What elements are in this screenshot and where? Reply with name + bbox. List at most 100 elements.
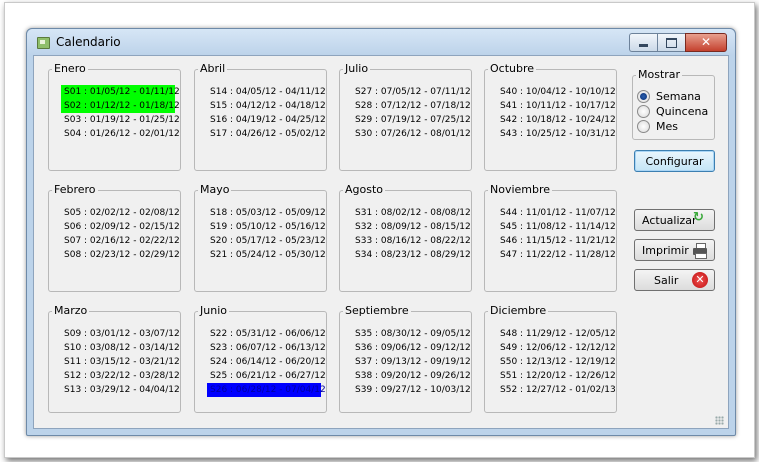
- week-item[interactable]: S46 : 11/15/12 - 11/21/12: [497, 234, 616, 248]
- refresh-icon: ↻: [693, 210, 704, 225]
- week-item[interactable]: S27 : 07/05/12 - 07/11/12: [352, 85, 471, 99]
- week-item[interactable]: S06 : 02/09/12 - 02/15/12: [61, 220, 180, 234]
- week-item[interactable]: S15 : 04/12/12 - 04/18/12: [207, 99, 326, 113]
- week-item[interactable]: S44 : 11/01/12 - 11/07/12: [497, 206, 616, 220]
- week-item[interactable]: S29 : 07/19/12 - 07/25/12: [352, 113, 471, 127]
- month-group-enero: Enero S01 : 01/05/12 - 01/11/12 S02 : 01…: [48, 62, 181, 171]
- month-group-febrero: Febrero S05 : 02/02/12 - 02/08/12 S06 : …: [48, 183, 181, 292]
- month-group-marzo: Marzo S09 : 03/01/12 - 03/07/12 S10 : 03…: [48, 304, 181, 413]
- app-icon: [37, 37, 50, 49]
- month-group-junio: Junio S22 : 05/31/12 - 06/06/12 S23 : 06…: [194, 304, 327, 413]
- month-group-julio: Julio S27 : 07/05/12 - 07/11/12 S28 : 07…: [339, 62, 472, 171]
- close-window-button[interactable]: ✕: [685, 33, 727, 52]
- week-item[interactable]: S02 : 01/12/12 - 01/18/12: [61, 99, 180, 113]
- radio-semana[interactable]: Semana: [637, 89, 701, 104]
- week-item[interactable]: S43 : 10/25/12 - 10/31/12: [497, 127, 616, 141]
- week-item[interactable]: S21 : 05/24/12 - 05/30/12: [207, 248, 326, 262]
- month-group-noviembre: Noviembre S44 : 11/01/12 - 11/07/12 S45 …: [484, 183, 617, 292]
- salir-label: Salir: [654, 273, 679, 287]
- actualizar-button[interactable]: Actualizar ↻: [634, 209, 715, 231]
- week-item[interactable]: S25 : 06/21/12 - 06/27/12: [207, 369, 326, 383]
- radio-label: Semana: [656, 90, 701, 103]
- maximize-button[interactable]: [657, 33, 685, 52]
- week-item[interactable]: S01 : 01/05/12 - 01/11/12: [61, 85, 180, 99]
- imprimir-button[interactable]: Imprimir: [634, 239, 715, 261]
- radio-icon[interactable]: [637, 105, 650, 118]
- month-label: Marzo: [52, 304, 90, 318]
- week-item[interactable]: S41 : 10/11/12 - 10/17/12: [497, 99, 616, 113]
- radio-selected-icon[interactable]: [637, 90, 650, 103]
- month-label: Febrero: [52, 183, 98, 197]
- week-item[interactable]: S49 : 12/06/12 - 12/12/12: [497, 341, 616, 355]
- week-item[interactable]: S50 : 12/13/12 - 12/19/12: [497, 355, 616, 369]
- week-item[interactable]: S38 : 09/20/12 - 09/26/12: [352, 369, 471, 383]
- month-group-abril: Abril S14 : 04/05/12 - 04/11/12 S15 : 04…: [194, 62, 327, 171]
- week-item[interactable]: S08 : 02/23/12 - 02/29/12: [61, 248, 180, 262]
- configurar-button[interactable]: Configurar: [634, 150, 715, 172]
- week-item[interactable]: S14 : 04/05/12 - 04/11/12: [207, 85, 326, 99]
- week-item[interactable]: S04 : 01/26/12 - 02/01/12: [61, 127, 180, 141]
- week-item[interactable]: S45 : 11/08/12 - 11/14/12: [497, 220, 616, 234]
- week-item[interactable]: S17 : 04/26/12 - 05/02/12: [207, 127, 326, 141]
- minimize-button[interactable]: [629, 33, 657, 52]
- week-item[interactable]: S24 : 06/14/12 - 06/20/12: [207, 355, 326, 369]
- week-item[interactable]: S20 : 05/17/12 - 05/23/12: [207, 234, 326, 248]
- week-item-selected[interactable]: S26 : 06/28/12 - 07/04/12: [207, 383, 326, 397]
- week-item[interactable]: S11 : 03/15/12 - 03/21/12: [61, 355, 180, 369]
- mostrar-label: Mostrar: [636, 68, 683, 82]
- month-group-octubre: Octubre S40 : 10/04/12 - 10/10/12 S41 : …: [484, 62, 617, 171]
- week-item[interactable]: S03 : 01/19/12 - 01/25/12: [61, 113, 180, 127]
- week-item[interactable]: S35 : 08/30/12 - 09/05/12: [352, 327, 471, 341]
- month-label: Noviembre: [488, 183, 553, 197]
- week-item[interactable]: S22 : 05/31/12 - 06/06/12: [207, 327, 326, 341]
- week-item[interactable]: S31 : 08/02/12 - 08/08/12: [352, 206, 471, 220]
- week-item[interactable]: S47 : 11/22/12 - 11/28/12: [497, 248, 616, 262]
- month-group-agosto: Agosto S31 : 08/02/12 - 08/08/12 S32 : 0…: [339, 183, 472, 292]
- configurar-label: Configurar: [645, 154, 704, 168]
- month-group-septiembre: Septiembre S35 : 08/30/12 - 09/05/12 S36…: [339, 304, 472, 413]
- week-item[interactable]: S12 : 03/22/12 - 03/28/12: [61, 369, 180, 383]
- week-item[interactable]: S10 : 03/08/12 - 03/14/12: [61, 341, 180, 355]
- radio-label: Quincena: [656, 105, 709, 118]
- week-item[interactable]: S23 : 06/07/12 - 06/13/12: [207, 341, 326, 355]
- title-bar[interactable]: Calendario ✕: [27, 29, 735, 55]
- month-label: Enero: [52, 62, 88, 76]
- client-area: Enero S01 : 01/05/12 - 01/11/12 S02 : 01…: [33, 55, 729, 429]
- week-item[interactable]: S18 : 05/03/12 - 05/09/12: [207, 206, 326, 220]
- week-item[interactable]: S33 : 08/16/12 - 08/22/12: [352, 234, 471, 248]
- week-item[interactable]: S42 : 10/18/12 - 10/24/12: [497, 113, 616, 127]
- week-item[interactable]: S16 : 04/19/12 - 04/25/12: [207, 113, 326, 127]
- window-title: Calendario: [56, 35, 121, 49]
- week-item[interactable]: S48 : 11/29/12 - 12/05/12: [497, 327, 616, 341]
- week-item[interactable]: S07 : 02/16/12 - 02/22/12: [61, 234, 180, 248]
- week-item[interactable]: S37 : 09/13/12 - 09/19/12: [352, 355, 471, 369]
- week-item[interactable]: S30 : 07/26/12 - 08/01/12: [352, 127, 471, 141]
- salir-button[interactable]: Salir ✕: [634, 269, 715, 291]
- week-item[interactable]: S13 : 03/29/12 - 04/04/12: [61, 383, 180, 397]
- week-item[interactable]: S36 : 09/06/12 - 09/12/12: [352, 341, 471, 355]
- mostrar-group: Mostrar Semana Quincena Mes: [632, 68, 715, 140]
- week-item[interactable]: S34 : 08/23/12 - 08/29/12: [352, 248, 471, 262]
- calendar-window: Calendario ✕ Enero S01 : 01/05/12 - 01/1…: [26, 28, 736, 436]
- week-item[interactable]: S32 : 08/09/12 - 08/15/12: [352, 220, 471, 234]
- week-item[interactable]: S40 : 10/04/12 - 10/10/12: [497, 85, 616, 99]
- week-item[interactable]: S52 : 12/27/12 - 01/02/13: [497, 383, 616, 397]
- month-label: Abril: [198, 62, 228, 76]
- week-item[interactable]: S09 : 03/01/12 - 03/07/12: [61, 327, 180, 341]
- imprimir-label: Imprimir: [642, 243, 689, 257]
- week-item[interactable]: S05 : 02/02/12 - 02/08/12: [61, 206, 180, 220]
- radio-label: Mes: [656, 120, 678, 133]
- week-item[interactable]: S28 : 07/12/12 - 07/18/12: [352, 99, 471, 113]
- week-item[interactable]: S39 : 09/27/12 - 10/03/12: [352, 383, 471, 397]
- week-item[interactable]: S19 : 05/10/12 - 05/16/12: [207, 220, 326, 234]
- radio-icon[interactable]: [637, 120, 650, 133]
- resize-grip-icon[interactable]: [715, 416, 724, 425]
- month-group-mayo: Mayo S18 : 05/03/12 - 05/09/12 S19 : 05/…: [194, 183, 327, 292]
- printer-icon: [692, 243, 708, 259]
- radio-mes[interactable]: Mes: [637, 119, 678, 134]
- radio-quincena[interactable]: Quincena: [637, 104, 708, 119]
- month-label: Diciembre: [488, 304, 549, 318]
- month-label: Julio: [343, 62, 371, 76]
- week-item[interactable]: S51 : 12/20/12 - 12/26/12: [497, 369, 616, 383]
- month-label: Mayo: [198, 183, 232, 197]
